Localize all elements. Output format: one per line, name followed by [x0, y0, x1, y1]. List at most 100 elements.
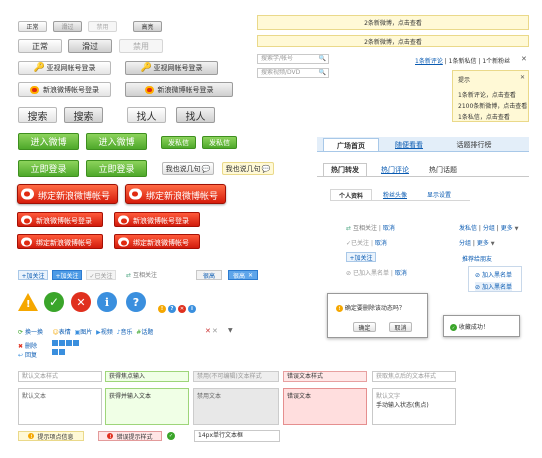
close-icon[interactable]: ✕ — [205, 327, 211, 335]
first-icon[interactable] — [52, 349, 58, 355]
tab-fans-avatar[interactable]: 粉丝头像 — [374, 189, 416, 200]
popup-line-1[interactable]: 1条新评论，点击查看 — [458, 90, 516, 99]
hover-button[interactable]: 滑过 — [68, 39, 112, 53]
search-icon[interactable]: 🔍 — [319, 55, 326, 63]
follow-button[interactable]: +加关注 — [18, 270, 48, 280]
close-icon[interactable]: ✕ — [520, 74, 525, 81]
cancel-blacklist-link[interactable]: 取消 — [395, 270, 407, 277]
tqq-login-button-hover[interactable]: 🔑 亚视网帐号登录 — [125, 61, 218, 75]
tab-square-home[interactable]: 广场首页 — [323, 138, 379, 151]
tab-random[interactable]: 随便看看 — [381, 139, 437, 151]
tqq-login-button[interactable]: 🔑 亚视网帐号登录 — [18, 61, 111, 75]
follow-button-right[interactable]: +加关注 — [346, 252, 376, 262]
close-icon[interactable]: ✕ — [248, 272, 253, 279]
speak-button[interactable]: 我也说几句 💬 — [162, 162, 214, 175]
prev-icon[interactable] — [52, 340, 58, 346]
speak-button-hover[interactable]: 我也说几句 💬 — [222, 162, 274, 175]
bind-weibo-big-button-hover[interactable]: 绑定新浪微博帐号 — [125, 184, 226, 204]
next-icon[interactable] — [59, 340, 65, 346]
send-message-link[interactable]: 发私信 — [459, 225, 477, 232]
emoji-link[interactable]: 表情 — [59, 329, 71, 336]
success-small-icon: ✓ — [450, 324, 457, 331]
new-comment-link[interactable]: 1条新评论 — [415, 58, 443, 65]
typed-textarea[interactable]: 默认文字 手动输入状态(焦点) — [372, 388, 456, 425]
single-line-input[interactable]: 14px单行文本框 — [194, 430, 280, 442]
find-people-button[interactable]: 找人 — [127, 107, 166, 123]
refresh-link[interactable]: 换一换 — [25, 329, 43, 336]
follow-count-tag-hover[interactable]: 很高 ✕ — [228, 270, 258, 280]
focus-textarea[interactable]: 获得并输入文本 — [105, 388, 189, 425]
default-textarea[interactable]: 默认文本 — [18, 388, 102, 425]
enter-weibo-button-hover[interactable]: 进入微博 — [86, 133, 147, 150]
add-blacklist-item[interactable]: ⊘ 加入黑名单 — [475, 270, 512, 279]
send-message-button-hover[interactable]: 发私信 — [202, 136, 237, 149]
bind-weibo-big-button[interactable]: 绑定新浪微博帐号 — [17, 184, 118, 204]
new-message-link[interactable]: 1条新私信 — [449, 58, 477, 65]
weibo-login-red-button[interactable]: 新浪微博帐号登录 — [17, 212, 103, 227]
video-link[interactable]: 视频 — [101, 329, 113, 336]
error-textarea[interactable]: 错误文本 — [283, 388, 367, 425]
search-button-hover[interactable]: 搜索 — [64, 107, 103, 123]
weibo-login-red-button-hover[interactable]: 新浪微博帐号登录 — [114, 212, 200, 227]
follow-button-hover[interactable]: +加关注 — [52, 270, 82, 280]
reply-action[interactable]: ↩ 回复 — [18, 350, 37, 359]
focus-input[interactable]: 获得焦点输入 — [105, 371, 189, 382]
tab-display-settings[interactable]: 显示设置 — [418, 189, 460, 200]
new-weibo-notice[interactable]: 2条新微博，点击查看 — [257, 15, 529, 30]
last-icon[interactable] — [59, 349, 65, 355]
down-icon[interactable] — [73, 340, 79, 346]
confirm-ok-button[interactable]: 确定 — [353, 322, 376, 332]
tab-hot-repost[interactable]: 热门转发 — [323, 163, 367, 176]
weibo-login-button[interactable]: 新浪微博帐号登录 — [18, 82, 111, 97]
delete-action[interactable]: ✖ 删除 — [18, 341, 37, 350]
more-link[interactable]: 更多 — [501, 225, 513, 232]
popup-line-2[interactable]: 2100条新微博，点击查看 — [458, 101, 527, 110]
tab-hot-topic[interactable]: 热门话题 — [421, 163, 465, 176]
close-icon-gray[interactable]: ✕ — [212, 327, 218, 335]
login-now-button[interactable]: 立即登录 — [18, 160, 79, 177]
followed-row: ✓已关注 | 取消 — [346, 240, 387, 247]
weibo-login-button-hover[interactable]: 新浪微博帐号登录 — [125, 82, 233, 97]
popup-line-3[interactable]: 1条私信，点击查看 — [458, 112, 510, 121]
cancel-follow-link[interactable]: 取消 — [383, 225, 395, 232]
bind-weibo-small-button-hover[interactable]: 绑定新浪微博帐号 — [114, 234, 200, 249]
tab-topic-rank[interactable]: 话题排行榜 — [441, 139, 507, 151]
pager-arrows-2 — [52, 349, 65, 355]
search-button[interactable]: 搜索 — [18, 107, 57, 123]
new-weibo-notice-small[interactable]: 2条新微博，点击查看 — [257, 35, 529, 47]
default-input[interactable]: 默认文本样式 — [18, 371, 102, 382]
new-fans-link[interactable]: 1个新粉丝 — [482, 58, 510, 65]
bind-weibo-small-button[interactable]: 绑定新浪微博帐号 — [17, 234, 103, 249]
send-message-button[interactable]: 发私信 — [161, 136, 196, 149]
login-now-button-hover[interactable]: 立即登录 — [86, 160, 147, 177]
up-icon[interactable] — [66, 340, 72, 346]
search-user-input[interactable]: 搜索学/帐号 🔍 — [257, 54, 329, 64]
image-link[interactable]: 图片 — [80, 329, 92, 336]
after-focus-input[interactable]: 获取焦点后的文本样式 — [372, 371, 456, 382]
topic-link[interactable]: 话题 — [141, 329, 153, 336]
search-icon[interactable]: 🔍 — [319, 69, 326, 77]
dropdown-icon[interactable]: ▼ — [228, 327, 233, 334]
weibo-icon — [144, 85, 154, 94]
follow-count-tag[interactable]: 很高 — [196, 270, 222, 280]
confirm-cancel-button[interactable]: 取消 — [389, 322, 412, 332]
error-input[interactable]: 错误文本样式 — [283, 371, 367, 382]
highlight-button-small[interactable]: 高亮 — [133, 21, 162, 32]
tab-hot-comment[interactable]: 热门评论 — [373, 163, 417, 176]
add-blacklist-item-hover[interactable]: ⊘ 加入黑名单 — [475, 282, 512, 291]
group-link[interactable]: 分组 — [483, 225, 495, 232]
enter-weibo-button[interactable]: 进入微博 — [18, 133, 79, 150]
find-people-button-hover[interactable]: 找人 — [176, 107, 215, 123]
normal-button-small[interactable]: 正常 — [18, 21, 47, 32]
group-link-2[interactable]: 分组 — [459, 240, 471, 247]
close-icon[interactable]: ✕ — [521, 55, 527, 63]
recommend-link[interactable]: 推荐给朋友 — [462, 254, 492, 263]
music-link[interactable]: 音乐 — [120, 329, 132, 336]
hover-button-small[interactable]: 滑过 — [53, 21, 82, 32]
cancel-follow-link-2[interactable]: 取消 — [375, 240, 387, 247]
search-video-input[interactable]: 搜索视频/DVD 🔍 — [257, 68, 329, 78]
tab-profile[interactable]: 个人资料 — [330, 189, 372, 200]
more-link-2[interactable]: 更多 — [477, 240, 489, 247]
warning-small-icon: ! — [158, 305, 166, 313]
normal-button[interactable]: 正常 — [18, 39, 62, 53]
